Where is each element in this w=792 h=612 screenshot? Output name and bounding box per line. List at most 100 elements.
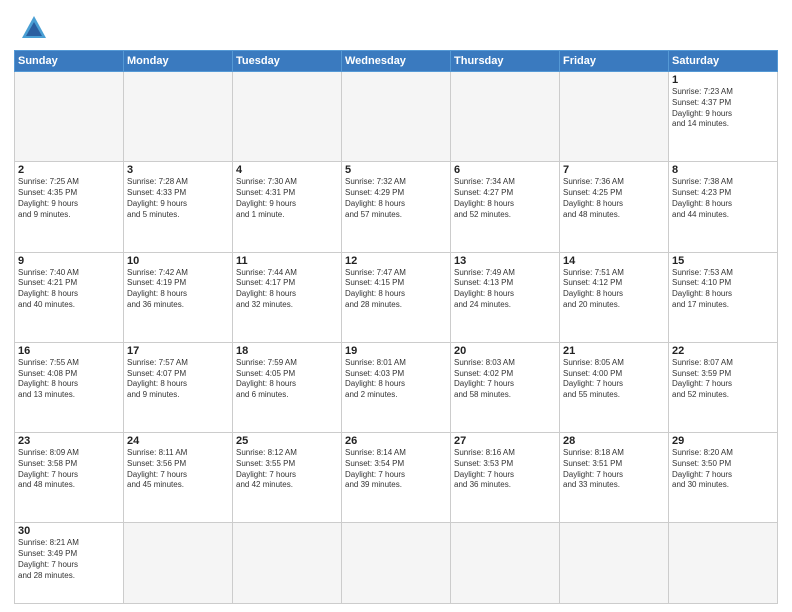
day-number: 16 <box>18 345 120 357</box>
calendar-day-cell: 27Sunrise: 8:16 AM Sunset: 3:53 PM Dayli… <box>451 433 560 523</box>
day-info: Sunrise: 7:32 AM Sunset: 4:29 PM Dayligh… <box>345 177 447 220</box>
day-number: 20 <box>454 345 556 357</box>
calendar-day-cell: 10Sunrise: 7:42 AM Sunset: 4:19 PM Dayli… <box>124 252 233 342</box>
day-number: 8 <box>672 164 774 176</box>
calendar-day-cell: 17Sunrise: 7:57 AM Sunset: 4:07 PM Dayli… <box>124 342 233 432</box>
day-info: Sunrise: 7:28 AM Sunset: 4:33 PM Dayligh… <box>127 177 229 220</box>
calendar-day-cell: 12Sunrise: 7:47 AM Sunset: 4:15 PM Dayli… <box>342 252 451 342</box>
day-number: 1 <box>672 74 774 86</box>
day-info: Sunrise: 8:16 AM Sunset: 3:53 PM Dayligh… <box>454 448 556 491</box>
day-info: Sunrise: 8:11 AM Sunset: 3:56 PM Dayligh… <box>127 448 229 491</box>
day-info: Sunrise: 7:36 AM Sunset: 4:25 PM Dayligh… <box>563 177 665 220</box>
day-number: 14 <box>563 255 665 267</box>
calendar-day-cell <box>342 72 451 162</box>
day-info: Sunrise: 7:38 AM Sunset: 4:23 PM Dayligh… <box>672 177 774 220</box>
day-info: Sunrise: 8:12 AM Sunset: 3:55 PM Dayligh… <box>236 448 338 491</box>
day-info: Sunrise: 7:23 AM Sunset: 4:37 PM Dayligh… <box>672 87 774 130</box>
page: Sunday Monday Tuesday Wednesday Thursday… <box>0 0 792 612</box>
calendar-day-cell: 14Sunrise: 7:51 AM Sunset: 4:12 PM Dayli… <box>560 252 669 342</box>
calendar-day-cell: 24Sunrise: 8:11 AM Sunset: 3:56 PM Dayli… <box>124 433 233 523</box>
day-number: 30 <box>18 525 120 537</box>
day-number: 7 <box>563 164 665 176</box>
calendar-day-cell <box>342 523 451 604</box>
day-info: Sunrise: 8:07 AM Sunset: 3:59 PM Dayligh… <box>672 358 774 401</box>
day-number: 17 <box>127 345 229 357</box>
calendar-day-cell <box>233 523 342 604</box>
col-saturday: Saturday <box>669 51 778 72</box>
calendar-day-cell: 25Sunrise: 8:12 AM Sunset: 3:55 PM Dayli… <box>233 433 342 523</box>
calendar-day-cell: 3Sunrise: 7:28 AM Sunset: 4:33 PM Daylig… <box>124 162 233 252</box>
calendar-day-cell: 20Sunrise: 8:03 AM Sunset: 4:02 PM Dayli… <box>451 342 560 432</box>
day-info: Sunrise: 7:47 AM Sunset: 4:15 PM Dayligh… <box>345 268 447 311</box>
col-wednesday: Wednesday <box>342 51 451 72</box>
day-info: Sunrise: 7:57 AM Sunset: 4:07 PM Dayligh… <box>127 358 229 401</box>
day-number: 9 <box>18 255 120 267</box>
day-info: Sunrise: 7:51 AM Sunset: 4:12 PM Dayligh… <box>563 268 665 311</box>
day-info: Sunrise: 8:20 AM Sunset: 3:50 PM Dayligh… <box>672 448 774 491</box>
calendar-day-cell: 9Sunrise: 7:40 AM Sunset: 4:21 PM Daylig… <box>15 252 124 342</box>
calendar-day-cell <box>124 72 233 162</box>
day-info: Sunrise: 7:53 AM Sunset: 4:10 PM Dayligh… <box>672 268 774 311</box>
calendar-day-cell <box>15 72 124 162</box>
calendar-day-cell: 30Sunrise: 8:21 AM Sunset: 3:49 PM Dayli… <box>15 523 124 604</box>
day-number: 4 <box>236 164 338 176</box>
day-info: Sunrise: 7:42 AM Sunset: 4:19 PM Dayligh… <box>127 268 229 311</box>
col-friday: Friday <box>560 51 669 72</box>
day-info: Sunrise: 8:03 AM Sunset: 4:02 PM Dayligh… <box>454 358 556 401</box>
calendar-day-cell: 11Sunrise: 7:44 AM Sunset: 4:17 PM Dayli… <box>233 252 342 342</box>
calendar-day-cell: 7Sunrise: 7:36 AM Sunset: 4:25 PM Daylig… <box>560 162 669 252</box>
logo <box>14 10 52 46</box>
day-number: 2 <box>18 164 120 176</box>
calendar-day-cell <box>124 523 233 604</box>
logo-icon <box>16 10 52 46</box>
calendar-week-row: 16Sunrise: 7:55 AM Sunset: 4:08 PM Dayli… <box>15 342 778 432</box>
day-number: 12 <box>345 255 447 267</box>
calendar-day-cell: 23Sunrise: 8:09 AM Sunset: 3:58 PM Dayli… <box>15 433 124 523</box>
calendar-day-cell <box>669 523 778 604</box>
calendar-day-cell: 16Sunrise: 7:55 AM Sunset: 4:08 PM Dayli… <box>15 342 124 432</box>
day-info: Sunrise: 7:40 AM Sunset: 4:21 PM Dayligh… <box>18 268 120 311</box>
day-number: 28 <box>563 435 665 447</box>
day-number: 3 <box>127 164 229 176</box>
day-number: 13 <box>454 255 556 267</box>
calendar-day-cell: 6Sunrise: 7:34 AM Sunset: 4:27 PM Daylig… <box>451 162 560 252</box>
calendar-week-row: 30Sunrise: 8:21 AM Sunset: 3:49 PM Dayli… <box>15 523 778 604</box>
day-info: Sunrise: 8:09 AM Sunset: 3:58 PM Dayligh… <box>18 448 120 491</box>
day-info: Sunrise: 7:49 AM Sunset: 4:13 PM Dayligh… <box>454 268 556 311</box>
calendar-day-cell <box>451 523 560 604</box>
calendar-day-cell: 2Sunrise: 7:25 AM Sunset: 4:35 PM Daylig… <box>15 162 124 252</box>
calendar-day-cell: 15Sunrise: 7:53 AM Sunset: 4:10 PM Dayli… <box>669 252 778 342</box>
calendar-day-cell: 5Sunrise: 7:32 AM Sunset: 4:29 PM Daylig… <box>342 162 451 252</box>
calendar-day-cell: 13Sunrise: 7:49 AM Sunset: 4:13 PM Dayli… <box>451 252 560 342</box>
calendar-day-cell: 1Sunrise: 7:23 AM Sunset: 4:37 PM Daylig… <box>669 72 778 162</box>
day-info: Sunrise: 7:55 AM Sunset: 4:08 PM Dayligh… <box>18 358 120 401</box>
day-info: Sunrise: 7:30 AM Sunset: 4:31 PM Dayligh… <box>236 177 338 220</box>
day-number: 10 <box>127 255 229 267</box>
calendar-week-row: 23Sunrise: 8:09 AM Sunset: 3:58 PM Dayli… <box>15 433 778 523</box>
day-number: 27 <box>454 435 556 447</box>
day-number: 26 <box>345 435 447 447</box>
calendar-day-cell: 29Sunrise: 8:20 AM Sunset: 3:50 PM Dayli… <box>669 433 778 523</box>
calendar-table: Sunday Monday Tuesday Wednesday Thursday… <box>14 50 778 604</box>
calendar-header-row: Sunday Monday Tuesday Wednesday Thursday… <box>15 51 778 72</box>
day-number: 24 <box>127 435 229 447</box>
calendar-day-cell: 21Sunrise: 8:05 AM Sunset: 4:00 PM Dayli… <box>560 342 669 432</box>
calendar-day-cell <box>560 72 669 162</box>
calendar-day-cell: 19Sunrise: 8:01 AM Sunset: 4:03 PM Dayli… <box>342 342 451 432</box>
calendar-day-cell: 26Sunrise: 8:14 AM Sunset: 3:54 PM Dayli… <box>342 433 451 523</box>
day-info: Sunrise: 8:18 AM Sunset: 3:51 PM Dayligh… <box>563 448 665 491</box>
calendar-day-cell: 4Sunrise: 7:30 AM Sunset: 4:31 PM Daylig… <box>233 162 342 252</box>
col-monday: Monday <box>124 51 233 72</box>
day-number: 6 <box>454 164 556 176</box>
day-info: Sunrise: 7:25 AM Sunset: 4:35 PM Dayligh… <box>18 177 120 220</box>
calendar-day-cell <box>233 72 342 162</box>
col-tuesday: Tuesday <box>233 51 342 72</box>
day-info: Sunrise: 7:34 AM Sunset: 4:27 PM Dayligh… <box>454 177 556 220</box>
calendar-week-row: 1Sunrise: 7:23 AM Sunset: 4:37 PM Daylig… <box>15 72 778 162</box>
day-info: Sunrise: 8:14 AM Sunset: 3:54 PM Dayligh… <box>345 448 447 491</box>
col-sunday: Sunday <box>15 51 124 72</box>
day-number: 29 <box>672 435 774 447</box>
day-number: 5 <box>345 164 447 176</box>
calendar-week-row: 9Sunrise: 7:40 AM Sunset: 4:21 PM Daylig… <box>15 252 778 342</box>
calendar-day-cell <box>451 72 560 162</box>
